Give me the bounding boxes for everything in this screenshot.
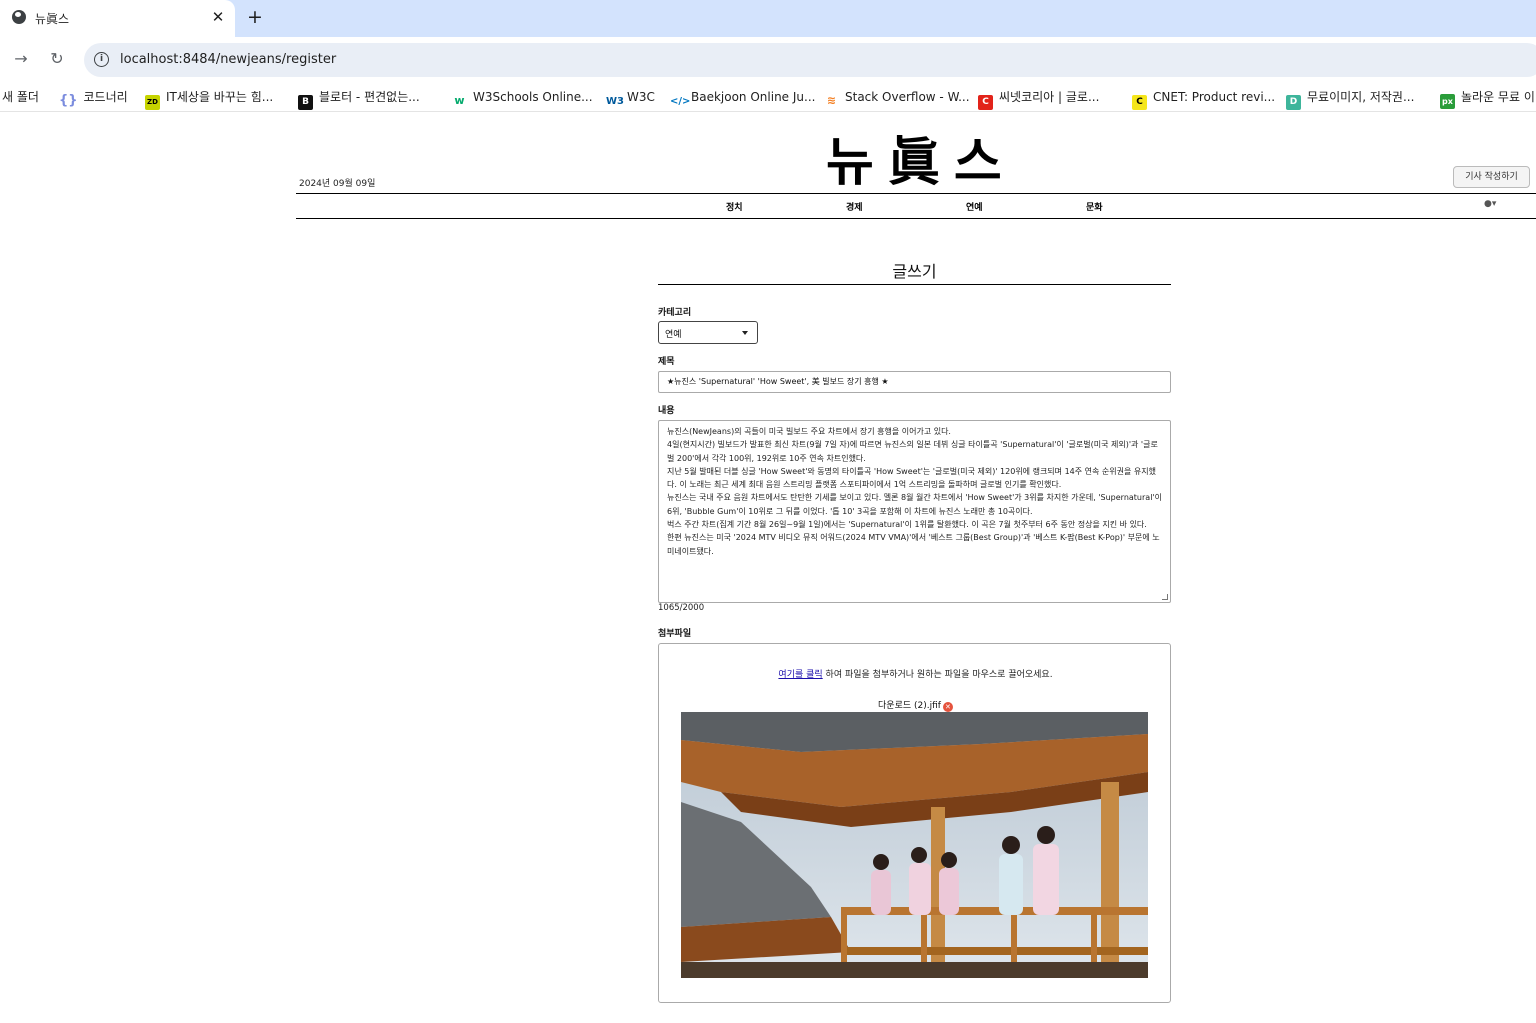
bookmark-item[interactable]: C CNET: Product revi... — [1132, 89, 1275, 110]
bookmark-item[interactable]: w W3Schools Online... — [452, 89, 592, 107]
nav-item-politics[interactable]: 정치 — [726, 200, 743, 213]
resize-handle-icon[interactable] — [1162, 594, 1168, 600]
remove-file-icon[interactable]: ✕ — [942, 702, 953, 712]
address-bar[interactable]: i localhost:8484/newjeans/register — [84, 43, 1536, 77]
cnet-icon: C — [1132, 95, 1147, 110]
content-label: 내용 — [658, 406, 675, 416]
file-dropzone[interactable]: 여기를 클릭 하여 파일을 첨부하거나 원하는 파일을 마우스로 끌어오세요. … — [658, 643, 1171, 1003]
tab-title: 뉴眞스 — [35, 12, 70, 26]
pixabay-icon: D — [1286, 95, 1301, 110]
forward-icon[interactable]: → — [11, 49, 31, 69]
image-preview — [681, 712, 1148, 978]
title-label: 제목 — [658, 357, 675, 367]
dropzone-click-link[interactable]: 여기를 클릭 — [778, 670, 822, 680]
current-date: 2024년 09월 09일 — [299, 179, 376, 189]
dropzone-text: 하여 파일을 첨부하거나 원하는 파일을 마우스로 끌어오세요. — [822, 670, 1053, 680]
bookmark-item[interactable]: C 씨넷코리아 | 글로... — [978, 89, 1099, 110]
nav-item-culture[interactable]: 문화 — [1086, 200, 1103, 213]
write-article-button[interactable]: 기사 작성하기 — [1453, 166, 1530, 188]
close-tab-icon[interactable]: ✕ — [208, 7, 228, 27]
bookmark-item[interactable]: ZD IT세상을 바꾸는 힘... — [145, 89, 273, 110]
bookmark-item[interactable]: B 블로터 - 편견없는... — [298, 89, 420, 110]
attached-file: 다운로드 (2).jfif ✕ — [659, 698, 1172, 712]
zdnet-icon: ZD — [145, 95, 160, 110]
category-select[interactable]: 연예 — [658, 321, 758, 344]
stackoverflow-icon: ≋ — [826, 94, 837, 107]
category-nav: 정치 경제 연예 문화 ●▾ — [296, 193, 1536, 219]
pexels-icon: px — [1440, 94, 1455, 109]
bookmark-item[interactable]: ≋ Stack Overflow - W... — [824, 89, 970, 107]
nav-item-economy[interactable]: 경제 — [846, 200, 863, 213]
attachment-label: 첨부파일 — [658, 629, 692, 639]
bookmark-item[interactable]: W3 W3C — [606, 89, 655, 107]
reload-icon[interactable]: ↻ — [47, 49, 67, 69]
content-textarea[interactable]: 뉴진스(NewJeans)의 곡들이 미국 빌보드 주요 차트에서 장기 흥행을… — [658, 420, 1171, 603]
new-tab-icon[interactable]: + — [244, 6, 266, 28]
bookmarks-bar: 새 폴더 {} 코드너리 ZD IT세상을 바꾸는 힘... B 블로터 - 편견없는… — [0, 82, 1536, 112]
site-info-icon[interactable]: i — [94, 52, 109, 67]
url-text[interactable]: localhost:8484/newjeans/register — [120, 52, 336, 67]
nav-item-entertainment[interactable]: 연예 — [966, 200, 983, 213]
cnet-korea-icon: C — [978, 95, 993, 110]
chevron-down-icon — [742, 331, 748, 335]
browser-toolbar: → ↻ i localhost:8484/newjeans/register — [0, 37, 1536, 82]
char-counter: 1065/2000 — [658, 603, 705, 613]
globe-icon — [12, 10, 26, 24]
user-menu-icon[interactable]: ●▾ — [1484, 199, 1496, 209]
heading-divider — [658, 284, 1171, 285]
w3c-icon: W3 — [606, 96, 624, 107]
bloter-icon: B — [298, 95, 313, 110]
bookmark-item[interactable]: 새 폴더 — [2, 89, 39, 106]
w3schools-icon: w — [454, 94, 465, 107]
category-selected-value: 연예 — [665, 330, 682, 340]
bookmark-item[interactable]: </>Baekjoon Online Ju... — [670, 89, 815, 107]
code-icon: </> — [670, 96, 691, 107]
page-content: 2024년 09월 09일 뉴眞스 기사 작성하기 정치 경제 연예 문화 ●▾… — [0, 113, 1536, 1023]
bookmark-item[interactable]: {} 코드너리 — [59, 89, 128, 108]
bookmark-item[interactable]: D 무료이미지, 저작권... — [1286, 89, 1414, 110]
tab-strip: 뉴眞스 ✕ + — [0, 0, 1536, 37]
site-logo[interactable]: 뉴眞스 — [826, 133, 1016, 193]
form-heading: 글쓰기 — [892, 262, 937, 281]
title-input[interactable]: ★뉴진스 'Supernatural' 'How Sweet', 美 빌보드 장… — [658, 371, 1171, 393]
category-label: 카테고리 — [658, 308, 692, 318]
dropzone-message: 여기를 클릭 하여 파일을 첨부하거나 원하는 파일을 마우스로 끌어오세요. — [659, 667, 1172, 680]
bookmark-item[interactable]: px 놀라운 무료 이 — [1440, 89, 1535, 109]
content-text: 뉴진스(NewJeans)의 곡들이 미국 빌보드 주요 차트에서 장기 흥행을… — [667, 427, 1162, 556]
file-name: 다운로드 (2).jfif — [878, 701, 941, 711]
browser-tab[interactable]: 뉴眞스 ✕ — [0, 0, 235, 37]
braces-icon: {} — [59, 93, 78, 108]
